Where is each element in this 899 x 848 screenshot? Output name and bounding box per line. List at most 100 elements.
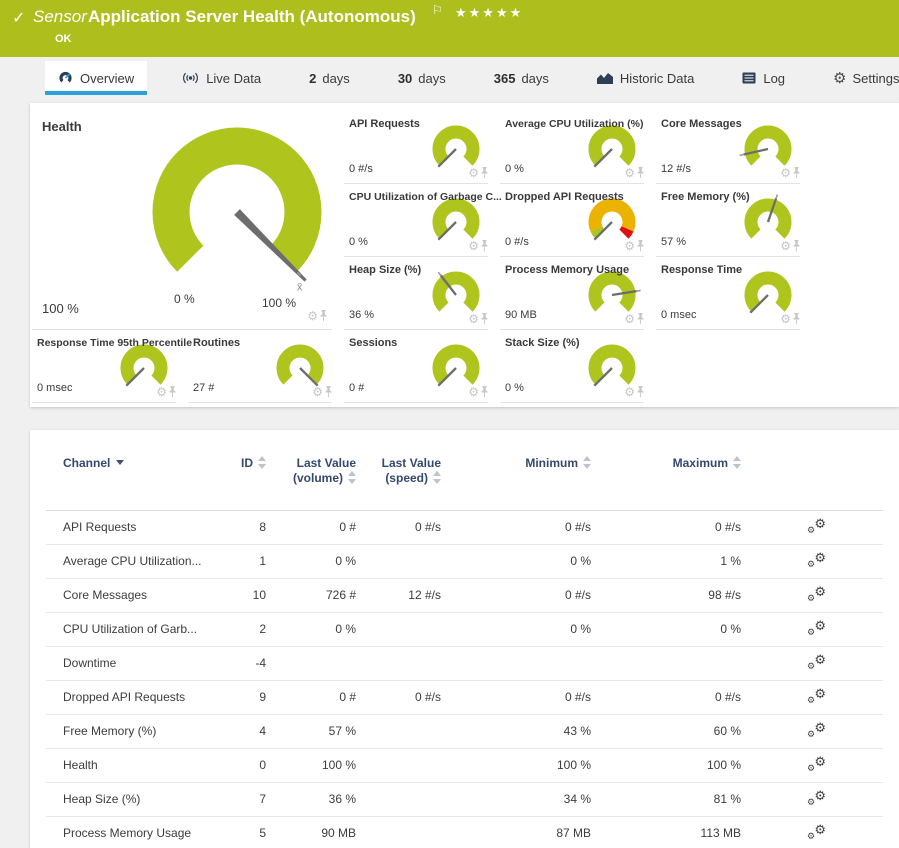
channel-settings-icon[interactable]: ⚙⚙: [807, 653, 826, 671]
gear-icon[interactable]: ⚙: [307, 310, 318, 322]
sensor-kind-label: Sensor: [33, 7, 87, 27]
gauge-cell[interactable]: CPU Utilization of Garbage C...0 % ⚙: [342, 184, 498, 257]
gear-icon[interactable]: ⚙: [156, 386, 167, 398]
pin-icon[interactable]: [792, 167, 801, 179]
health-gauge: x̄: [137, 127, 337, 295]
pin-icon[interactable]: [319, 310, 328, 322]
last-value-speed-cell: [356, 783, 441, 816]
gear-icon: ⚙: [807, 594, 815, 603]
gear-icon[interactable]: ⚙: [312, 386, 323, 398]
pin-icon[interactable]: [792, 240, 801, 252]
pin-icon[interactable]: [636, 313, 645, 325]
gauge-cell[interactable]: Dropped API Requests0 #/s ⚙: [498, 184, 654, 257]
health-gauge-cell[interactable]: Health x̄ 0 % 100 % 100 % ⚙: [30, 111, 342, 330]
minimum-cell: 43 %: [441, 715, 591, 748]
gear-icon[interactable]: ⚙: [624, 240, 635, 252]
table-row[interactable]: Process Memory Usage590 MB87 MB113 MB⚙⚙: [46, 817, 883, 848]
tab-30-days[interactable]: 30 days: [385, 61, 459, 95]
channel-settings-icon[interactable]: ⚙⚙: [807, 789, 826, 807]
gauge-cell[interactable]: Response Time 95th Percentile0 msec ⚙: [30, 330, 186, 403]
gauge-cell[interactable]: Free Memory (%)57 % ⚙: [654, 184, 810, 257]
column-header-last-value-volume[interactable]: Last Value (volume): [266, 456, 356, 510]
column-header-id[interactable]: ID: [226, 456, 266, 510]
gauge-cell[interactable]: Routines27 # ⚙: [186, 330, 342, 403]
pin-icon[interactable]: [480, 240, 489, 252]
gear-icon: ⚙: [814, 619, 826, 632]
gear-icon[interactable]: ⚙: [624, 386, 635, 398]
gauge-cell[interactable]: Average CPU Utilization (%)0 % ⚙: [498, 111, 654, 184]
tab-2-days[interactable]: 2 days: [296, 61, 363, 95]
channel-settings-icon[interactable]: ⚙⚙: [807, 755, 826, 773]
table-row[interactable]: Dropped API Requests90 #0 #/s0 #/s0 #/s⚙…: [46, 681, 883, 715]
tab-historic-data[interactable]: Historic Data: [584, 61, 707, 95]
channel-settings-icon[interactable]: ⚙⚙: [807, 721, 826, 739]
actions-cell: ⚙⚙: [741, 579, 883, 612]
table-row[interactable]: Heap Size (%)736 %34 %81 %⚙⚙: [46, 783, 883, 817]
channel-cell: Downtime: [46, 647, 226, 680]
pin-icon[interactable]: [636, 386, 645, 398]
pin-icon[interactable]: [636, 240, 645, 252]
tab-365-days[interactable]: 365 days: [481, 61, 562, 95]
gauge-cell[interactable]: API Requests0 #/s ⚙: [342, 111, 498, 184]
tab-log[interactable]: Log: [729, 61, 798, 95]
table-row[interactable]: API Requests80 #0 #/s0 #/s0 #/s⚙⚙: [46, 511, 883, 545]
pin-icon[interactable]: [324, 386, 333, 398]
gear-icon[interactable]: ⚙: [780, 240, 791, 252]
gauge-actions: ⚙: [624, 386, 645, 398]
gear-icon[interactable]: ⚙: [624, 167, 635, 179]
minimum-cell: 100 %: [441, 749, 591, 782]
channel-settings-icon[interactable]: ⚙⚙: [807, 551, 826, 569]
channel-settings-icon[interactable]: ⚙⚙: [807, 823, 826, 841]
pin-icon[interactable]: [480, 386, 489, 398]
tab-overview[interactable]: Overview: [45, 61, 147, 95]
gear-icon[interactable]: ⚙: [780, 167, 791, 179]
gauge-cell[interactable]: Process Memory Usage90 MB ⚙: [498, 257, 654, 330]
last-value-speed-cell: [356, 749, 441, 782]
gear-icon[interactable]: ⚙: [780, 313, 791, 325]
gauge-actions: ⚙: [468, 313, 489, 325]
gauge-scale-max: 100 %: [262, 296, 296, 310]
table-row[interactable]: Health0100 %100 %100 %⚙⚙: [46, 749, 883, 783]
channel-settings-icon[interactable]: ⚙⚙: [807, 687, 826, 705]
column-header-last-value-speed[interactable]: Last Value (speed): [356, 456, 441, 510]
channel-settings-icon[interactable]: ⚙⚙: [807, 619, 826, 637]
column-header-channel[interactable]: Channel: [46, 456, 226, 510]
gear-icon[interactable]: ⚙: [468, 386, 479, 398]
tab-settings[interactable]: ⚙ Settings: [820, 61, 899, 95]
gauge-cell[interactable]: Response Time0 msec ⚙: [654, 257, 810, 330]
column-header-maximum[interactable]: Maximum: [591, 456, 741, 510]
gauge-cell[interactable]: Stack Size (%)0 % ⚙: [498, 330, 654, 403]
channel-cell: Health: [46, 749, 226, 782]
last-value-speed-cell: 0 #/s: [356, 681, 441, 714]
maximum-cell: 98 #/s: [591, 579, 741, 612]
table-row[interactable]: Free Memory (%)457 %43 %60 %⚙⚙: [46, 715, 883, 749]
table-row[interactable]: Downtime-4⚙⚙: [46, 647, 883, 681]
tab-live-data[interactable]: Live Data: [169, 61, 274, 95]
channel-settings-icon[interactable]: ⚙⚙: [807, 585, 826, 603]
gauge-value: 0 #: [349, 382, 364, 394]
gauge-cell[interactable]: Core Messages12 #/s ⚙: [654, 111, 810, 184]
gauge-title: Heap Size (%): [349, 264, 421, 276]
gauge-value: 0 %: [505, 382, 524, 394]
gear-icon[interactable]: ⚙: [468, 240, 479, 252]
flag-icon[interactable]: ⚐: [432, 3, 443, 17]
column-header-minimum[interactable]: Minimum: [441, 456, 591, 510]
actions-cell: ⚙⚙: [741, 749, 883, 782]
gauge-cell[interactable]: Heap Size (%)36 % ⚙: [342, 257, 498, 330]
tab-label: days: [322, 71, 349, 86]
pin-icon[interactable]: [792, 313, 801, 325]
gear-icon[interactable]: ⚙: [624, 313, 635, 325]
gear-icon[interactable]: ⚙: [468, 313, 479, 325]
pin-icon[interactable]: [480, 167, 489, 179]
gear-icon[interactable]: ⚙: [468, 167, 479, 179]
priority-stars[interactable]: ★★★★★: [455, 5, 523, 21]
table-row[interactable]: CPU Utilization of Garb...20 %0 %0 %⚙⚙: [46, 613, 883, 647]
pin-icon[interactable]: [480, 313, 489, 325]
gauge-actions: ⚙: [307, 310, 328, 322]
channel-settings-icon[interactable]: ⚙⚙: [807, 517, 826, 535]
gauge-cell[interactable]: Sessions0 # ⚙: [342, 330, 498, 403]
table-row[interactable]: Average CPU Utilization...10 %0 %1 %⚙⚙: [46, 545, 883, 579]
pin-icon[interactable]: [168, 386, 177, 398]
pin-icon[interactable]: [636, 167, 645, 179]
table-row[interactable]: Core Messages10726 #12 #/s0 #/s98 #/s⚙⚙: [46, 579, 883, 613]
